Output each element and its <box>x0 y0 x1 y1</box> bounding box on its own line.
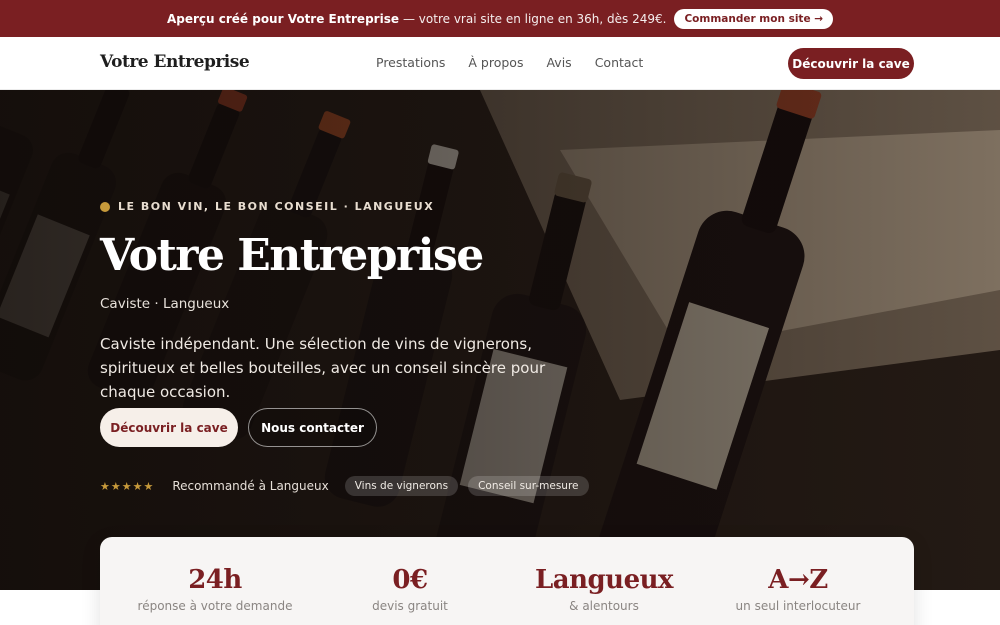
stat-area: Langueux & alentours <box>504 537 704 613</box>
stat-value: Langueux <box>534 565 674 595</box>
stat-single-contact: A→Z un seul interlocuteur <box>698 537 898 613</box>
stat-free-quote: 0€ devis gratuit <box>310 537 510 613</box>
stats-card: 24h réponse à votre demande 0€ devis gra… <box>100 537 914 625</box>
gold-dot-icon <box>100 201 110 212</box>
social-proof: ★★★★★ Recommandé à Langueux Vins de vign… <box>100 476 589 496</box>
tag-vins-vignerons: Vins de vignerons <box>344 476 459 496</box>
stat-label: & alentours <box>569 599 639 613</box>
hero-subtitle: Caviste · Langueux <box>100 296 230 312</box>
rating-stars-icon: ★★★★★ <box>100 479 155 493</box>
nav-link-prestations[interactable]: Prestations <box>376 55 445 70</box>
announcement-bar: Aperçu créé pour Votre Entreprise — votr… <box>0 0 1000 37</box>
stat-label: réponse à votre demande <box>137 599 293 613</box>
brand-logo[interactable]: Votre Entreprise <box>100 52 250 72</box>
contact-us-button[interactable]: Nous contacter <box>248 408 377 447</box>
stat-label: un seul interlocuteur <box>735 599 861 613</box>
tag-conseil-sur-mesure: Conseil sur-mesure <box>468 476 589 496</box>
stat-value: A→Z <box>768 565 828 595</box>
announcement-strong: Aperçu créé pour Votre Entreprise <box>166 11 399 26</box>
stat-value: 24h <box>188 565 242 595</box>
nav-link-avis[interactable]: Avis <box>546 55 571 70</box>
recommendation-text: Recommandé à Langueux <box>172 479 329 493</box>
discover-cellar-button[interactable]: Découvrir la cave <box>100 408 238 447</box>
order-site-button[interactable]: Commander mon site → <box>674 8 834 29</box>
stat-response-time: 24h réponse à votre demande <box>115 537 315 613</box>
nav-link-a-propos[interactable]: À propos <box>468 55 523 70</box>
hero-title: Votre Entreprise <box>100 230 484 281</box>
stat-label: devis gratuit <box>372 599 448 613</box>
nav-link-contact[interactable]: Contact <box>595 55 644 70</box>
hero-description: Caviste indépendant. Une sélection de vi… <box>100 335 546 401</box>
discover-cellar-header-button[interactable]: Découvrir la cave <box>788 48 914 79</box>
main-nav: Prestations À propos Avis Contact <box>376 55 666 70</box>
hero-eyebrow: LE BON VIN, LE BON CONSEIL · LANGUEUX <box>100 200 434 213</box>
hero-section: LE BON VIN, LE BON CONSEIL · LANGUEUX Vo… <box>0 90 1000 590</box>
hero-eyebrow-text: LE BON VIN, LE BON CONSEIL · LANGUEUX <box>118 200 435 213</box>
stat-value: 0€ <box>392 565 428 595</box>
announcement-text: — votre vrai site en ligne en 36h, dès 2… <box>402 11 667 26</box>
site-header: Votre Entreprise Prestations À propos Av… <box>0 37 1000 90</box>
